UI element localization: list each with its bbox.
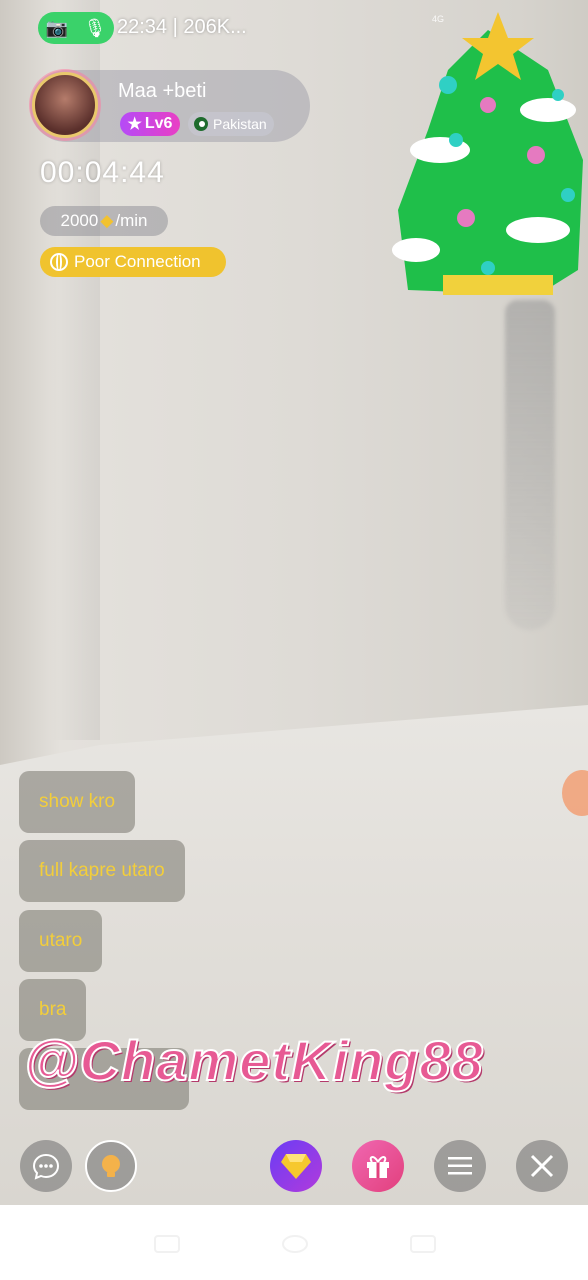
- call-timer: 00:04:44: [40, 156, 165, 189]
- level-text: Lv6: [144, 115, 173, 132]
- diamond-icon: ◆: [100, 211, 114, 230]
- bulb-icon: [102, 1155, 120, 1177]
- level-badge: ★ Lv6: [120, 112, 180, 136]
- status-time-speed: 22:34 | 206K...: [117, 16, 247, 38]
- recording-indicator: 📷 🎙: [38, 12, 114, 44]
- beauty-button[interactable]: [85, 1140, 137, 1192]
- end-call-button[interactable]: [516, 1140, 568, 1192]
- rate-amount: 2000: [60, 211, 99, 230]
- video-feed: 📷 🎙 22:34 | 206K... 4G Maa +beti ★ Lv6 P…: [0, 0, 588, 1205]
- camera-icon: 📷: [45, 17, 69, 38]
- rate-unit: /min: [115, 211, 148, 230]
- chat-message: full kapre utaro: [19, 840, 185, 902]
- chat-button[interactable]: [20, 1140, 72, 1192]
- star-icon: ★: [127, 116, 142, 133]
- watermark-text: @ChametKing88: [23, 1028, 484, 1093]
- gift-button[interactable]: [352, 1140, 404, 1192]
- microphone-icon: 🎙: [83, 17, 107, 38]
- menu-icon: [448, 1157, 472, 1175]
- chat-message: utaro: [19, 910, 103, 972]
- pakistan-flag-icon: [194, 117, 208, 131]
- globe-icon: [50, 253, 68, 271]
- home-nav-icon[interactable]: [282, 1235, 308, 1253]
- diamond-button[interactable]: [270, 1140, 322, 1192]
- gift-icon: [367, 1156, 389, 1178]
- chat-icon: [32, 1153, 60, 1180]
- connection-status-badge: Poor Connection: [40, 247, 226, 277]
- host-name: Maa +beti: [118, 80, 207, 102]
- chat-message: show kro: [19, 771, 136, 833]
- christmas-tree-sticker: [392, 12, 583, 295]
- gem-icon: [281, 1154, 311, 1179]
- system-navigation-bar: [0, 1205, 588, 1280]
- host-avatar[interactable]: [32, 72, 98, 138]
- country-name: Pakistan: [213, 116, 267, 132]
- country-badge: Pakistan: [188, 112, 274, 136]
- rate-badge: 2000 ◆ /min: [40, 206, 168, 236]
- close-icon: [530, 1154, 554, 1178]
- back-nav-icon[interactable]: [410, 1235, 436, 1253]
- connection-status-text: Poor Connection: [74, 252, 201, 271]
- tree-shadow: [505, 300, 555, 630]
- menu-button[interactable]: [434, 1140, 486, 1192]
- recents-nav-icon[interactable]: [154, 1235, 180, 1253]
